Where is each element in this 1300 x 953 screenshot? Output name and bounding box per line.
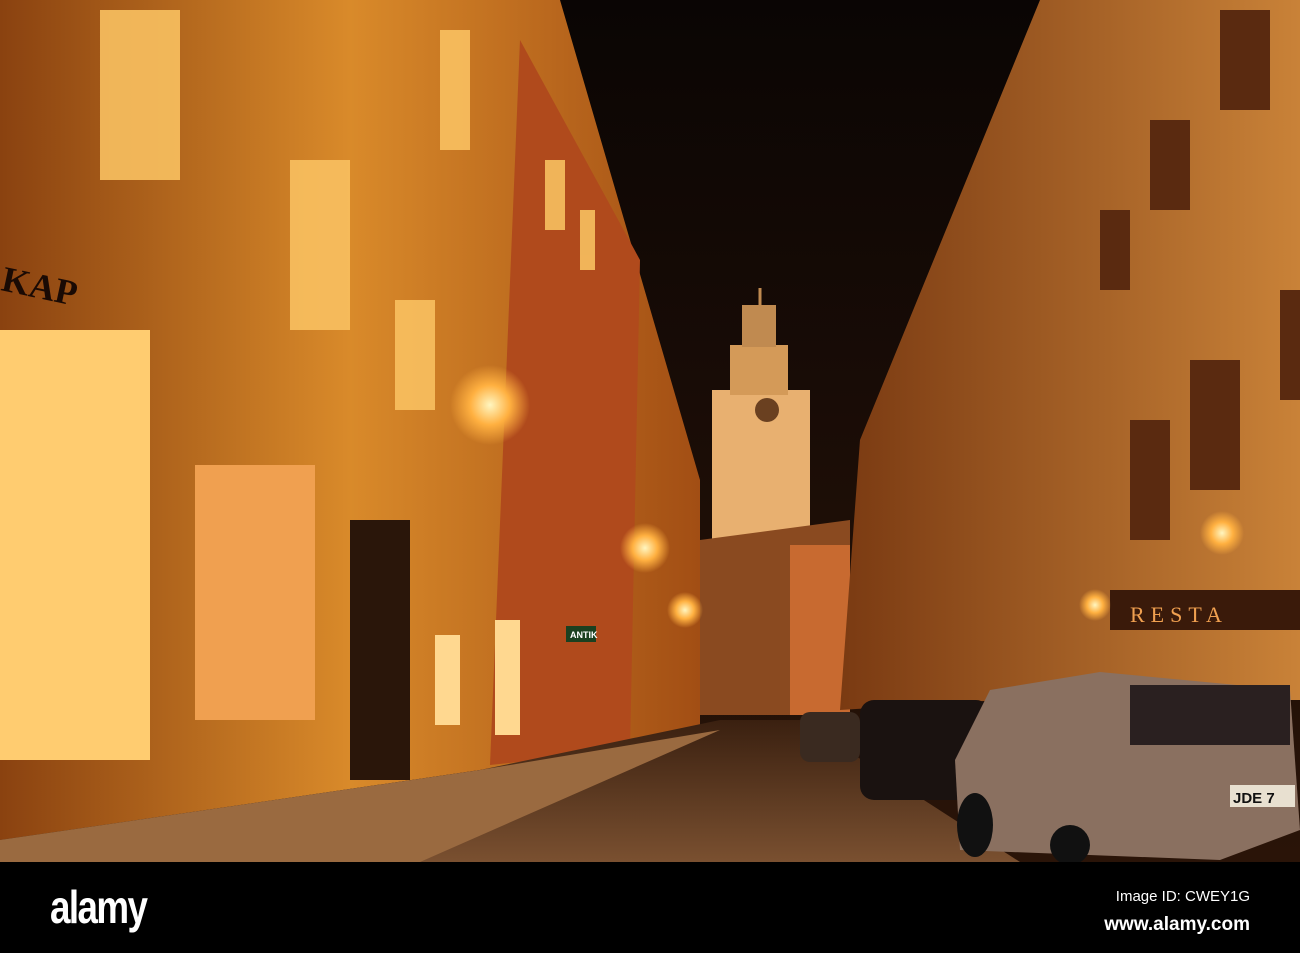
image-id: Image ID: CWEY1G bbox=[1115, 888, 1250, 905]
watermark-bar: alamy Image ID: CWEY1G www.alamy.com bbox=[0, 862, 1300, 953]
license-plate: JDE 7 bbox=[1233, 790, 1275, 807]
shop-sign-resta: RESTA bbox=[1130, 602, 1228, 627]
shop-sign-antik: ANTIK bbox=[570, 630, 598, 640]
watermark-url: www.alamy.com bbox=[1104, 914, 1250, 935]
shop-window bbox=[0, 330, 150, 760]
street-night-photo: KAP ANTIK RESTA JDE 7 bbox=[0, 0, 1300, 862]
stock-photo: KAP ANTIK RESTA JDE 7 alamy Image ID: CW… bbox=[0, 0, 1300, 953]
alamy-logo: alamy bbox=[50, 881, 148, 933]
